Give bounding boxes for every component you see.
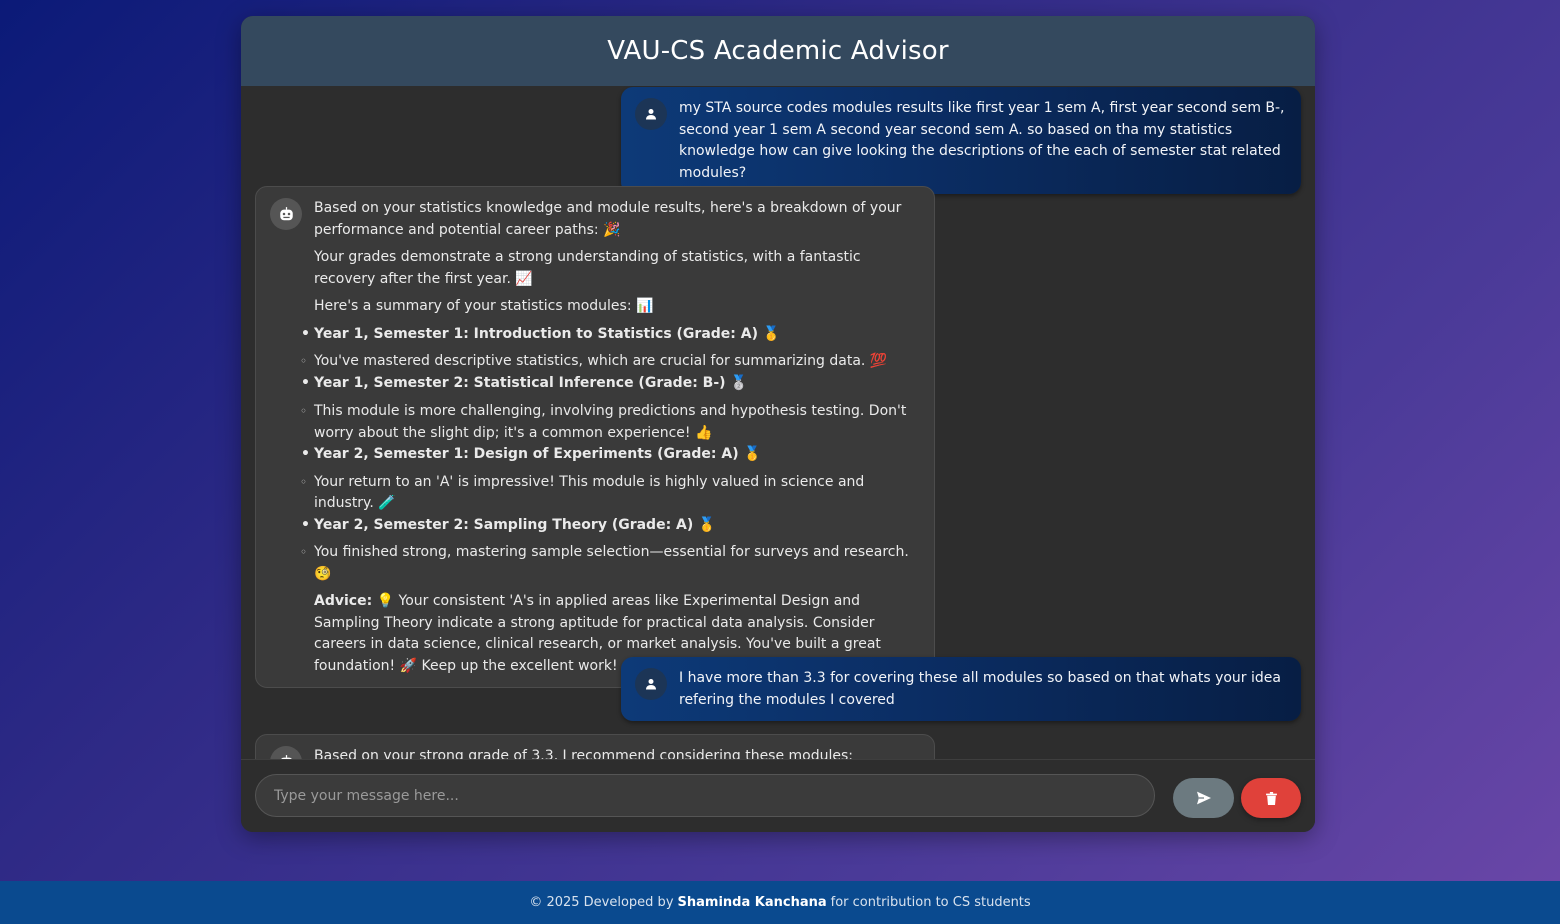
module-title: Year 1, Semester 1: Introduction to Stat…: [301, 324, 916, 346]
send-button[interactable]: [1173, 778, 1234, 818]
module-title: Year 2, Semester 2: Sampling Theory (Gra…: [301, 515, 916, 537]
message-text: my STA source codes modules results like…: [679, 100, 1285, 181]
trash-icon: [1265, 791, 1277, 805]
clear-chat-button[interactable]: [1241, 778, 1301, 818]
module-title: Year 1, Semester 2: Statistical Inferenc…: [301, 373, 916, 395]
module-list: Year 1, Semester 1: Introduction to Stat…: [300, 324, 916, 586]
user-icon: [646, 679, 656, 690]
input-bar: [241, 759, 1315, 832]
footer-prefix: © 2025 Developed by: [529, 895, 674, 910]
footer-author: Shaminda Kanchana: [677, 895, 827, 910]
user-avatar: [635, 668, 667, 700]
module-note: This module is more challenging, involvi…: [300, 401, 916, 444]
message-text: Based on your statistics knowledge and m…: [300, 198, 916, 677]
module-note: You've mastered descriptive statistics, …: [300, 351, 916, 373]
bot-modules-heading: Here's a summary of your statistics modu…: [314, 298, 654, 314]
advice-label: Advice:: [314, 593, 373, 609]
bot-message: Based on your strong grade of 3.3, I rec…: [255, 734, 935, 759]
message-list[interactable]: my STA source codes modules results like…: [241, 86, 1315, 759]
message-text: I have more than 3.3 for covering these …: [679, 670, 1281, 708]
page-footer: © 2025 Developed by Shaminda Kanchana fo…: [0, 881, 1560, 924]
robot-icon: [279, 207, 293, 221]
bot-avatar: [270, 198, 302, 230]
bot-intro: Based on your statistics knowledge and m…: [314, 200, 902, 238]
send-icon: [1196, 791, 1211, 805]
user-avatar: [635, 98, 667, 130]
user-icon: [646, 109, 656, 120]
module-title: Year 2, Semester 1: Design of Experiment…: [301, 444, 916, 466]
user-message: my STA source codes modules results like…: [621, 87, 1301, 194]
user-message: I have more than 3.3 for covering these …: [621, 657, 1301, 721]
chat-window: VAU-CS Academic Advisor my STA source co…: [241, 16, 1315, 832]
app-title: VAU-CS Academic Advisor: [607, 36, 949, 66]
module-note: Your return to an 'A' is impressive! Thi…: [300, 472, 916, 515]
footer-suffix: for contribution to CS students: [830, 895, 1031, 910]
bot-grades-summary: Your grades demonstrate a strong underst…: [314, 249, 861, 287]
message-input[interactable]: [255, 774, 1155, 817]
app-header: VAU-CS Academic Advisor: [241, 16, 1315, 86]
bot-message: Based on your statistics knowledge and m…: [255, 186, 935, 688]
bot-avatar: [270, 746, 302, 759]
module-note: You finished strong, mastering sample se…: [300, 542, 916, 585]
message-text: Based on your strong grade of 3.3, I rec…: [314, 748, 854, 759]
